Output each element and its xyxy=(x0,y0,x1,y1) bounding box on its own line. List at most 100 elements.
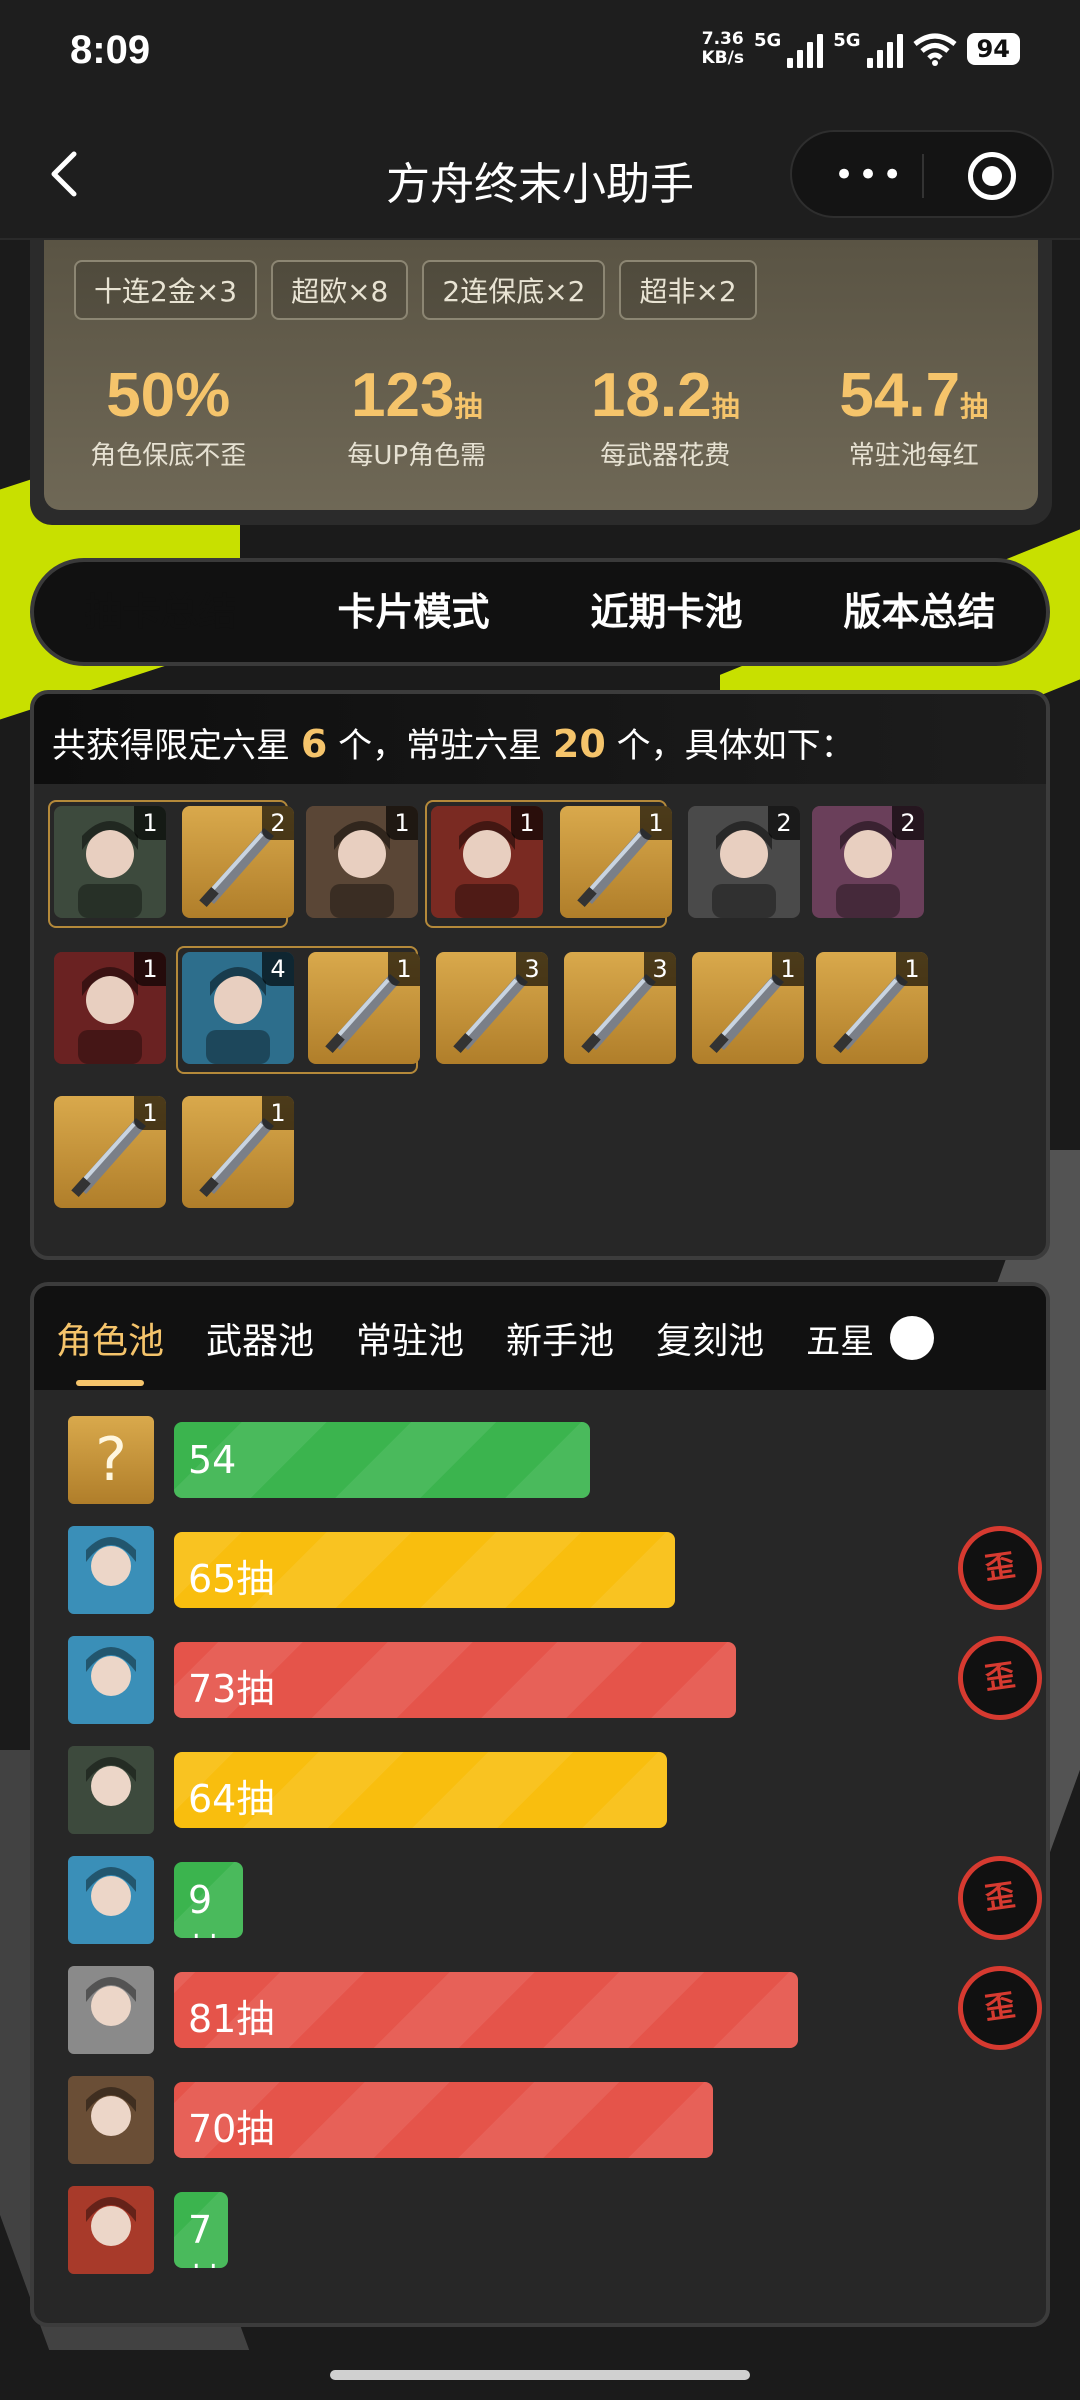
pull-count-label: 65抽 xyxy=(188,1557,275,1601)
pull-row[interactable]: 70抽 xyxy=(68,2076,1028,2166)
character-item[interactable]: 2 xyxy=(812,806,924,918)
wifi-icon xyxy=(913,33,957,66)
stat-guarantee: 50% 角色保底不歪 xyxy=(90,361,247,471)
item-count-badge: 1 xyxy=(640,806,672,840)
tab-recent-pools[interactable]: 近期卡池 xyxy=(540,566,793,658)
character-avatar xyxy=(68,1966,154,2054)
weapon-item[interactable]: 1 xyxy=(182,1096,294,1208)
character-avatar xyxy=(68,1636,154,1724)
nav-bar: 方舟终末小助手 ••• xyxy=(0,110,1080,240)
character-item[interactable]: 4 xyxy=(182,952,294,1064)
off-banner-badge: 歪 xyxy=(952,1520,1046,1616)
weapon-item[interactable]: 3 xyxy=(564,952,676,1064)
stat-per-up-char: 123抽 每UP角色需 xyxy=(347,361,487,471)
pool-history-card: 角色池 武器池 常驻池 新手池 复刻池 五星 ?5465抽歪73抽歪64抽9抽歪… xyxy=(30,1282,1050,2327)
pull-count-label: 70抽 xyxy=(188,2107,275,2151)
obtained-summary: 共获得限定六星 6 个，常驻六星 20 个，具体如下： xyxy=(34,694,1046,784)
pool-tab-character[interactable]: 角色池 xyxy=(56,1312,164,1386)
character-item[interactable]: 2 xyxy=(688,806,800,918)
weapon-item[interactable]: 1 xyxy=(308,952,420,1064)
pull-row[interactable]: ? 54 xyxy=(68,1416,1028,1506)
pool-tab-beginner[interactable]: 新手池 xyxy=(506,1312,614,1364)
more-menu-icon[interactable]: ••• xyxy=(834,158,906,192)
tab-card-mode[interactable]: 卡片模式 xyxy=(287,566,540,658)
tag: 十连2金×3 xyxy=(74,260,258,320)
weapon-item[interactable]: 1 xyxy=(54,1096,166,1208)
item-count-badge: 4 xyxy=(262,952,294,986)
pull-count-label: 73抽 xyxy=(188,1667,275,1711)
off-banner-badge: 歪 xyxy=(952,1960,1046,2056)
pull-row[interactable]: 7抽 xyxy=(68,2186,1028,2276)
pull-row[interactable]: 73抽 歪 xyxy=(68,1630,1046,1726)
character-avatar xyxy=(68,1746,154,1834)
pull-count-bar: 64抽 xyxy=(174,1752,667,1828)
character-item[interactable]: 1 xyxy=(54,806,166,918)
weapon-item[interactable]: 3 xyxy=(436,952,548,1064)
signal-icon: 5G xyxy=(754,30,824,68)
pull-count-bar: 81抽 xyxy=(174,1972,798,2048)
item-count-badge: 1 xyxy=(511,806,543,840)
character-avatar xyxy=(68,2186,154,2274)
pull-count-bar: 70抽 xyxy=(174,2082,713,2158)
item-count-badge: 1 xyxy=(772,952,804,986)
item-count-badge: 2 xyxy=(892,806,924,840)
tab-version-summary[interactable]: 版本总结 xyxy=(793,566,1046,658)
pull-count-bar: 65抽 xyxy=(174,1532,675,1608)
five-star-toggle[interactable]: 五星 xyxy=(806,1314,935,1363)
pull-count-bar: 54 xyxy=(174,1422,590,1498)
off-banner-badge: 歪 xyxy=(952,1630,1046,1726)
pool-tab-standard[interactable]: 常驻池 xyxy=(356,1312,464,1364)
network-speed: 7.36 KB/s xyxy=(701,29,744,68)
pull-row[interactable]: 65抽 歪 xyxy=(68,1520,1046,1616)
signal-icon-2: 5G xyxy=(833,30,903,68)
character-item[interactable]: 1 xyxy=(431,806,543,918)
character-item[interactable]: 1 xyxy=(54,952,166,1064)
pull-row[interactable]: 9抽 歪 xyxy=(68,1850,1046,1946)
tag-list: 十连2金×3 超欧×8 2连保底×2 超非×2 xyxy=(74,260,757,320)
mini-program-capsule: ••• xyxy=(790,130,1054,218)
tab-summary[interactable]: 抽卡总结 xyxy=(34,566,287,658)
status-bar: 8:09 7.36 KB/s 5G 5G 94 xyxy=(0,0,1080,110)
tag: 2连保底×2 xyxy=(422,260,606,320)
item-count-badge: 3 xyxy=(644,952,676,986)
item-count-badge: 3 xyxy=(516,952,548,986)
weapon-item[interactable]: 1 xyxy=(816,952,928,1064)
toggle-knob[interactable] xyxy=(890,1316,935,1360)
pull-row[interactable]: 81抽 歪 xyxy=(68,1960,1046,2056)
pull-count-label: 7抽 xyxy=(188,2208,226,2268)
item-count-badge: 1 xyxy=(134,806,166,840)
pull-count-bar: 73抽 xyxy=(174,1642,736,1718)
item-count-badge: 1 xyxy=(386,806,418,840)
character-avatar xyxy=(68,1856,154,1944)
item-count-badge: 1 xyxy=(262,1096,294,1130)
item-count-badge: 1 xyxy=(388,952,420,986)
item-count-badge: 1 xyxy=(896,952,928,986)
pull-count-label: 54 xyxy=(188,1438,237,1482)
weapon-item[interactable]: 1 xyxy=(692,952,804,1064)
home-indicator[interactable] xyxy=(330,2370,750,2380)
pull-count-label: 64抽 xyxy=(188,1777,275,1821)
character-item[interactable]: 1 xyxy=(306,806,418,918)
stat-per-weapon: 18.2抽 每武器花费 xyxy=(590,361,740,471)
pool-tab-weapon[interactable]: 武器池 xyxy=(206,1312,314,1364)
pool-tab-rerun[interactable]: 复刻池 xyxy=(656,1312,764,1364)
five-star-label: 五星 xyxy=(806,1321,875,1362)
close-program-icon[interactable] xyxy=(968,152,1016,200)
pull-row[interactable]: 64抽 xyxy=(68,1746,1028,1836)
item-count-badge: 1 xyxy=(134,1096,166,1130)
character-avatar xyxy=(68,2076,154,2164)
pull-count-label: 9抽 xyxy=(188,1878,226,1938)
battery-indicator: 94 xyxy=(966,33,1020,65)
pull-count-bar: 7抽 xyxy=(174,2192,228,2268)
stats-card: 十连2金×3 超欧×8 2连保底×2 超非×2 50% 角色保底不歪 123抽 … xyxy=(30,240,1052,525)
item-count-badge: 2 xyxy=(768,806,800,840)
off-banner-badge: 歪 xyxy=(952,1850,1046,1946)
character-avatar xyxy=(68,1526,154,1614)
tag: 超非×2 xyxy=(619,260,757,320)
main-tabs: 抽卡总结 卡片模式 近期卡池 版本总结 xyxy=(30,558,1050,666)
item-count-badge: 1 xyxy=(134,952,166,986)
item-count-badge: 2 xyxy=(262,806,294,840)
weapon-item[interactable]: 2 xyxy=(182,806,294,918)
weapon-item[interactable]: 1 xyxy=(560,806,672,918)
pull-count-label: 81抽 xyxy=(188,1997,275,2041)
